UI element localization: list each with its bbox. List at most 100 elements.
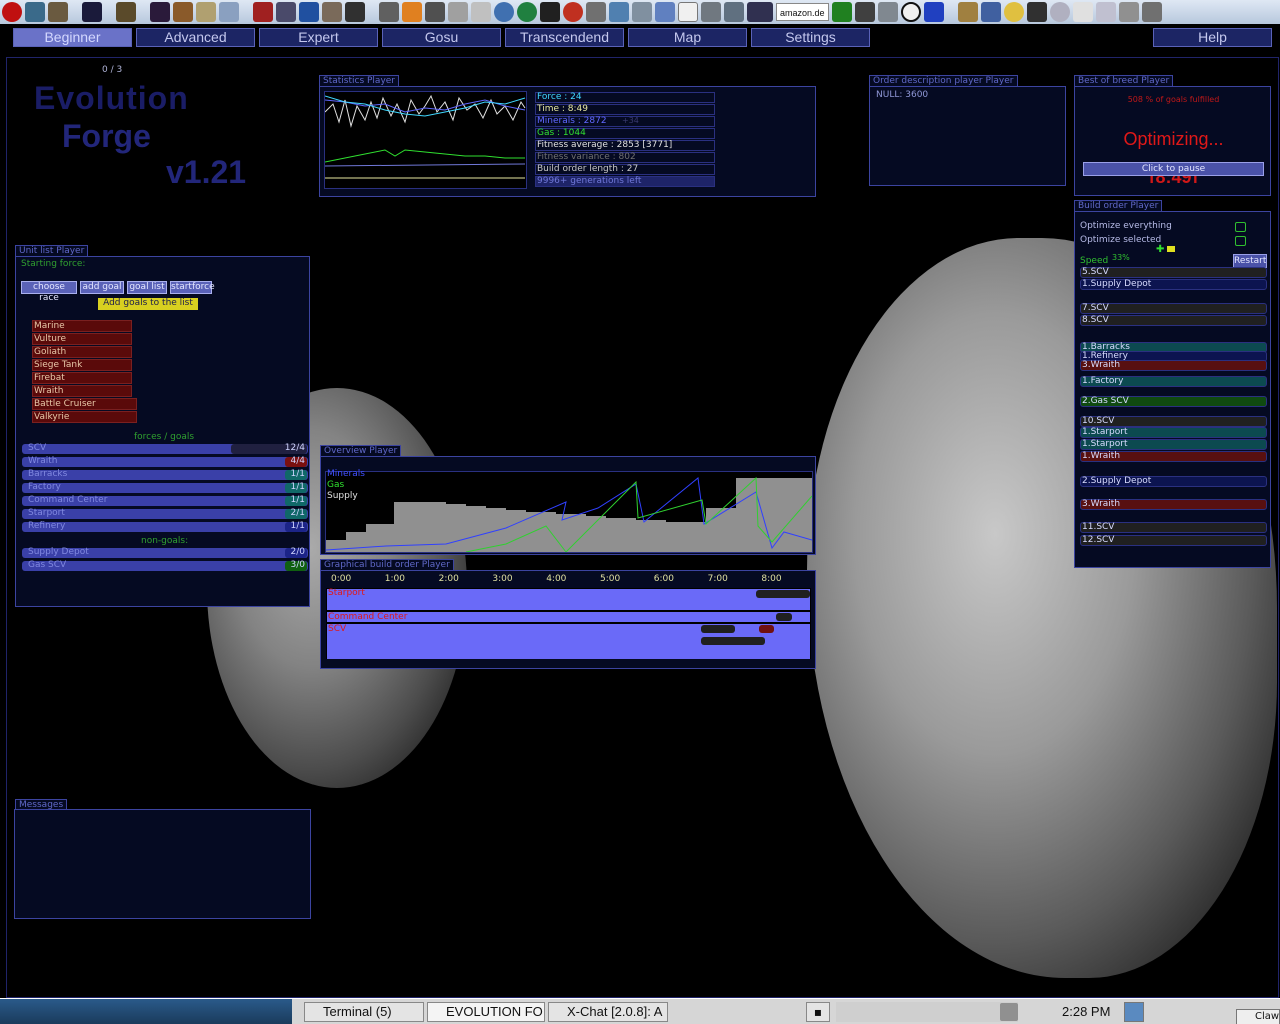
goal-item[interactable]: Barracks 1/1 [22, 470, 308, 480]
smiley-icon[interactable] [1003, 2, 1024, 22]
paper-icon[interactable] [1072, 2, 1093, 22]
star-icon[interactable] [402, 2, 422, 22]
portrait-icon[interactable] [150, 2, 170, 22]
menu-gosu[interactable]: Gosu [382, 28, 501, 47]
binoculars-icon[interactable] [854, 2, 875, 22]
build-order-item[interactable]: 1.Starport [1080, 439, 1267, 450]
build-order-item[interactable]: 10.SCV [1080, 416, 1267, 427]
grid-icon[interactable] [219, 2, 239, 22]
unit-item[interactable]: Firebat [32, 372, 132, 384]
goal-item[interactable]: Starport 2/1 [22, 509, 308, 519]
space-icon[interactable] [747, 2, 773, 22]
tool-icon[interactable] [701, 2, 721, 22]
goal-item[interactable]: Command Center 1/1 [22, 496, 308, 506]
startforce-button[interactable]: startforce [170, 281, 215, 294]
game-icon[interactable] [116, 2, 136, 22]
corner-label[interactable]: Claw [1236, 1009, 1280, 1024]
menu-transcendend[interactable]: Transcendend [505, 28, 624, 47]
dark-app-icon[interactable] [82, 2, 102, 22]
book-icon[interactable] [980, 2, 1001, 22]
cartoon-icon[interactable] [923, 2, 944, 22]
unit-item[interactable]: Wraith [32, 385, 132, 397]
build-order-item[interactable]: 1.Starport [1080, 427, 1267, 438]
wizard-icon[interactable] [253, 2, 273, 22]
fantasy-icon[interactable] [173, 2, 193, 22]
build-order-item[interactable]: 5.SCV [1080, 267, 1267, 278]
monitor-green-icon[interactable] [831, 2, 852, 22]
unit-item[interactable]: Valkyrie [32, 411, 137, 423]
bow-icon[interactable] [196, 2, 216, 22]
tools-icon[interactable] [379, 2, 399, 22]
goal-list-button[interactable]: goal list [127, 281, 167, 294]
printer-icon[interactable] [322, 2, 342, 22]
speed-decrease-icon[interactable] [1167, 246, 1175, 252]
globe-icon[interactable] [494, 2, 514, 22]
clock[interactable]: 2:28 PM [1062, 1004, 1110, 1019]
menu-help[interactable]: Help [1153, 28, 1272, 47]
hand-icon[interactable] [471, 2, 491, 22]
build-order-item[interactable]: 12.SCV [1080, 535, 1267, 546]
add-goals-button[interactable]: Add goals to the list [98, 298, 198, 310]
chat-icon[interactable] [655, 2, 675, 22]
menu-map[interactable]: Map [628, 28, 747, 47]
goal-item[interactable]: Factory 1/1 [22, 483, 308, 493]
network-icon[interactable] [609, 2, 629, 22]
jar-icon[interactable] [1095, 2, 1116, 22]
cat-icon[interactable] [48, 2, 68, 22]
cow-icon[interactable] [957, 2, 978, 22]
goal-item[interactable]: Supply Depot 2/0 [22, 548, 308, 558]
build-order-item[interactable]: 3.Wraith [1080, 499, 1267, 510]
workspace-switcher[interactable]: ▪ [806, 1002, 830, 1022]
cd-icon[interactable] [1049, 2, 1070, 22]
build-order-item[interactable]: 1.Factory [1080, 376, 1267, 387]
redhat-icon[interactable] [2, 2, 22, 22]
restart-button[interactable]: Restart [1233, 254, 1267, 268]
optimize-selected-checkbox[interactable] [1235, 236, 1246, 246]
unit-item[interactable]: Marine [32, 320, 132, 332]
help-icon[interactable] [425, 2, 445, 22]
pause-button[interactable]: Click to pause [1083, 162, 1264, 176]
add-goal-button[interactable]: add goal [80, 281, 124, 294]
rocket-icon[interactable] [632, 2, 652, 22]
menu-expert[interactable]: Expert [259, 28, 378, 47]
build-order-item[interactable]: 2.Supply Depot [1080, 476, 1267, 487]
camera-icon[interactable] [1026, 2, 1047, 22]
build-order-item[interactable]: 2.Gas SCV [1080, 396, 1267, 407]
person-icon[interactable] [276, 2, 296, 22]
box-icon[interactable] [1118, 2, 1139, 22]
menu-advanced[interactable]: Advanced [136, 28, 255, 47]
build-order-item[interactable]: 8.SCV [1080, 315, 1267, 326]
choose-race-button[interactable]: choose race [21, 281, 77, 303]
calendar-icon[interactable] [678, 2, 698, 22]
soccer-icon[interactable] [900, 2, 921, 22]
settings-icon[interactable] [724, 2, 744, 22]
glasses-icon[interactable] [540, 2, 560, 22]
search-icon[interactable] [1124, 1002, 1144, 1022]
goal-item[interactable]: SCV 12/4 [22, 444, 308, 454]
plane-icon[interactable] [877, 2, 898, 22]
build-order-item[interactable]: 1.Supply Depot [1080, 279, 1267, 290]
goal-item[interactable]: Refinery 1/1 [22, 522, 308, 532]
unit-item[interactable]: Vulture [32, 333, 132, 345]
monitor-icon[interactable] [25, 2, 45, 22]
build-order-item[interactable]: 7.SCV [1080, 303, 1267, 314]
build-order-item[interactable]: 1.Wraith [1080, 451, 1267, 462]
compass-icon[interactable] [517, 2, 537, 22]
task-terminal[interactable]: Terminal (5) [304, 1002, 424, 1022]
unit-item[interactable]: Goliath [32, 346, 132, 358]
terminal-icon[interactable] [345, 2, 365, 22]
face-icon[interactable] [448, 2, 468, 22]
unit-item[interactable]: Siege Tank [32, 359, 132, 371]
trash-icon[interactable] [1141, 2, 1162, 22]
menu-beginner[interactable]: Beginner [13, 28, 132, 47]
build-order-item[interactable]: 11.SCV [1080, 522, 1267, 533]
drive-icon[interactable] [586, 2, 606, 22]
apple-icon[interactable] [563, 2, 583, 22]
goal-item[interactable]: Wraith 4/4 [22, 457, 308, 467]
volume-icon[interactable] [1000, 1003, 1018, 1021]
goal-item[interactable]: Gas SCV 3/0 [22, 561, 308, 571]
unit-item[interactable]: Battle Cruiser [32, 398, 137, 410]
blue-window-icon[interactable] [299, 2, 319, 22]
build-order-item[interactable]: 3.Wraith [1080, 360, 1267, 371]
task-xchat[interactable]: X-Chat [2.0.8]: A [548, 1002, 668, 1022]
